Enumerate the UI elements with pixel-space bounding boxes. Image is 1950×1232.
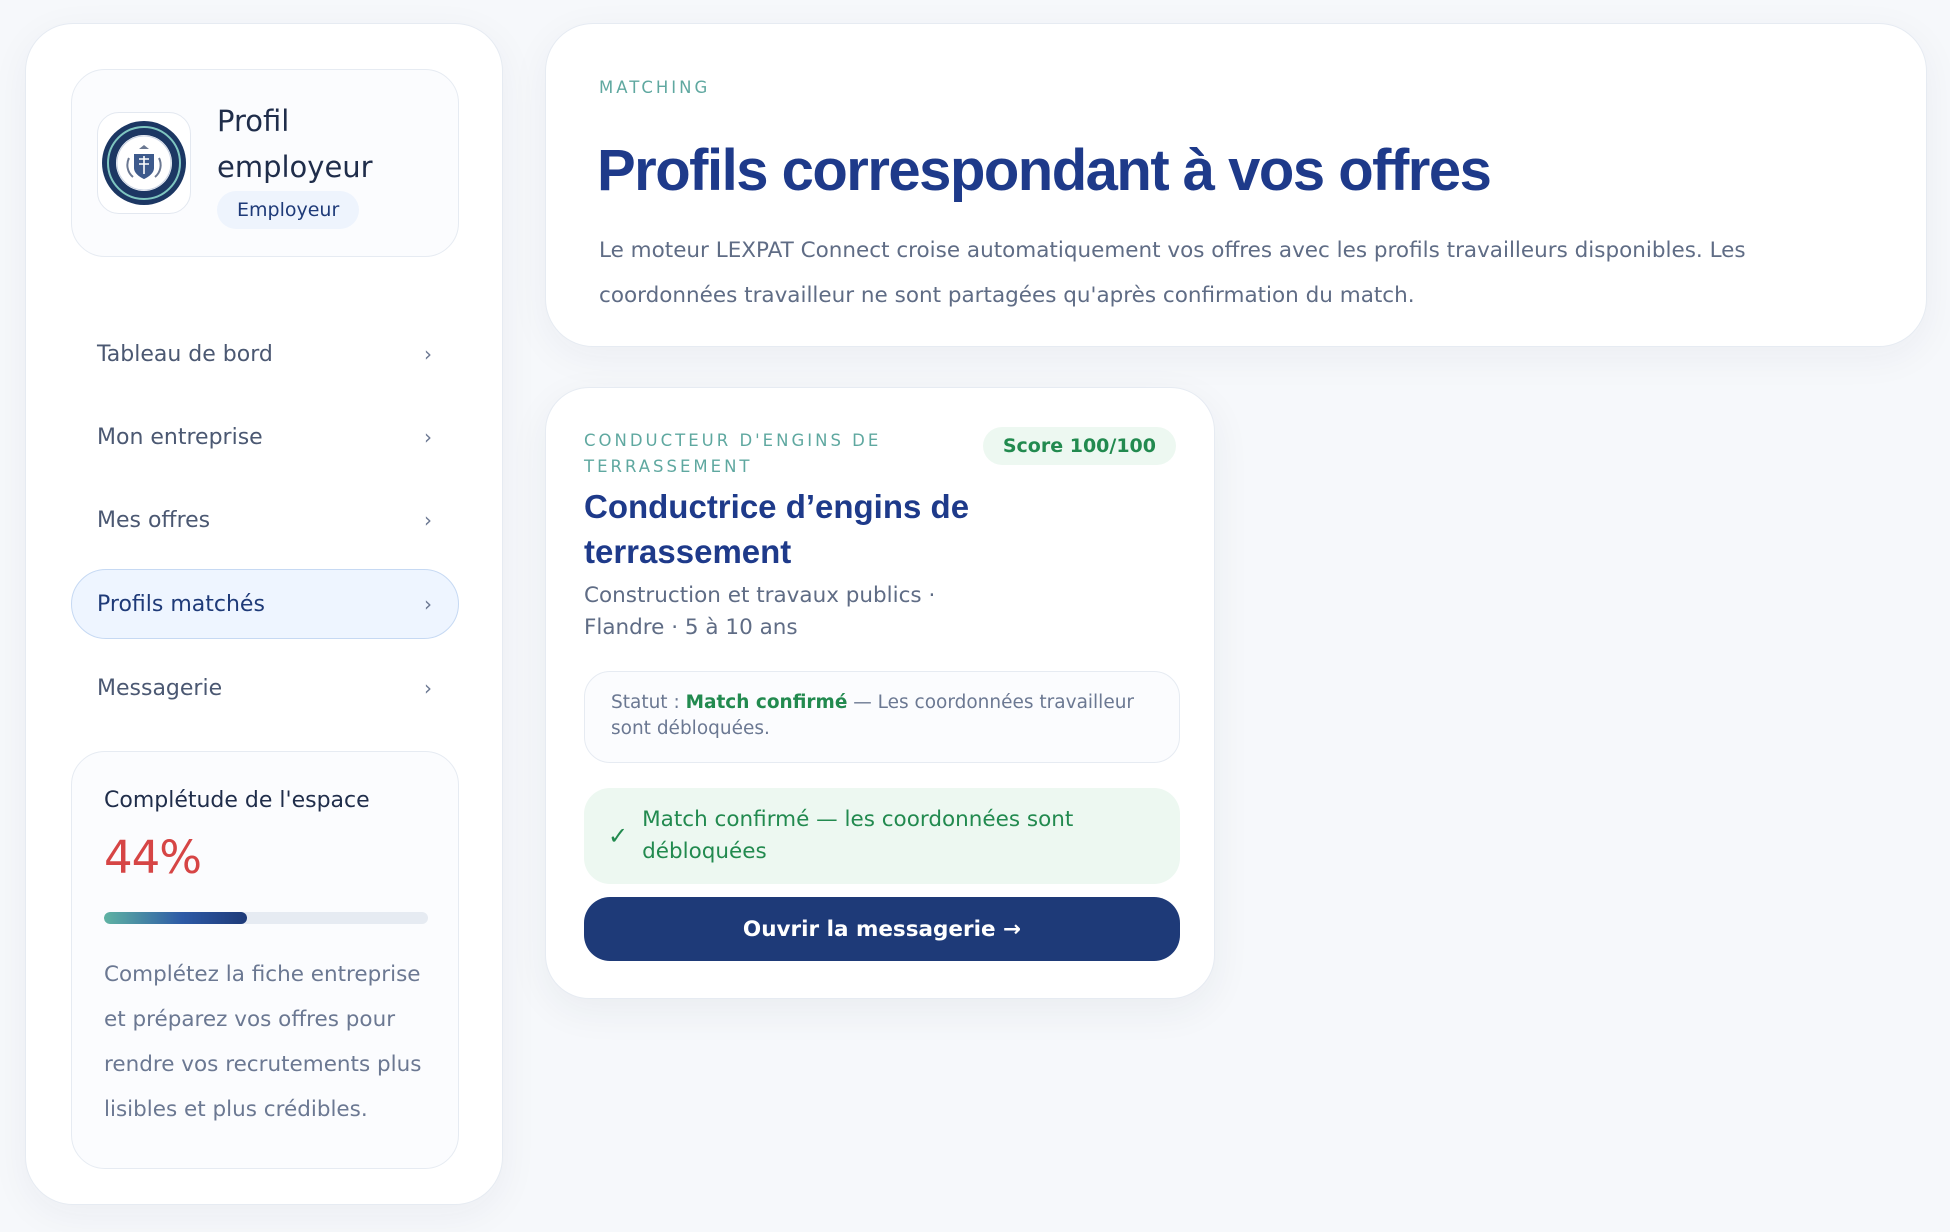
chevron-right-icon: › [424,508,432,532]
match-confirmed-text: Match confirmé — les coordonnées sont dé… [642,807,1074,864]
page-title: Profils correspondant à vos offres [597,138,1492,203]
chevron-right-icon: › [424,342,432,366]
sidebar-item-messagerie[interactable]: Messagerie › [71,653,459,723]
section-eyebrow: MATCHING [599,78,711,97]
sidebar-item-label: Messagerie [97,675,223,701]
sidebar-item-label: Tableau de bord [97,341,273,367]
job-category: CONDUCTEUR D'ENGINS DE TERRASSEMENT [584,431,882,476]
sidebar-item-mon-entreprise[interactable]: Mon entreprise › [71,402,459,472]
match-confirmed-banner: ✓ Match confirmé — les coordonnées sont … [584,788,1180,884]
profile-name: Conductrice d’engins de terrassement [584,488,970,570]
check-icon: ✓ [608,822,629,850]
sidebar-item-label: Mes offres [97,507,211,533]
sidebar-item-label: Profils matchés [97,591,265,617]
completion-description: Complétez la fiche entreprise et prépare… [104,962,422,1122]
page-description: Le moteur LEXPAT Connect croise automati… [599,238,1746,308]
profile-meta: Construction et travaux publics · Flandr… [584,583,936,640]
status-label: Statut : [611,692,686,713]
completion-card: Complétude de l'espace 44% Complétez la … [71,751,459,1169]
sidebar-item-mes-offres[interactable]: Mes offres › [71,485,459,555]
profile-card: Profil employeur Employeur [71,69,459,257]
sidebar-item-label: Mon entreprise [97,424,263,450]
chevron-right-icon: › [424,592,432,616]
company-logo [97,112,191,214]
status-box: Statut : Match confirmé — Les coordonnée… [584,671,1180,763]
chevron-right-icon: › [424,676,432,700]
sidebar: Profil employeur Employeur Tableau de bo… [25,23,503,1205]
score-badge: Score 100/100 [982,427,1176,465]
completion-progress-fill [104,912,247,924]
status-value: Match confirmé [685,692,848,713]
completion-progress-bar [104,912,428,924]
role-badge: Employeur [217,191,360,229]
completion-percentage: 44% [104,831,202,884]
company-crest-logo [102,121,186,205]
profile-title: Profil employeur [217,104,373,184]
completion-title: Complétude de l'espace [104,788,370,813]
chevron-right-icon: › [424,425,432,449]
page-header-card: MATCHING Profils correspondant à vos off… [545,23,1927,347]
open-messaging-button[interactable]: Ouvrir la messagerie → [584,897,1180,961]
match-card: CONDUCTEUR D'ENGINS DE TERRASSEMENT Scor… [545,387,1215,999]
sidebar-item-tableau-de-bord[interactable]: Tableau de bord › [71,319,459,389]
sidebar-item-profils-matches[interactable]: Profils matchés › [71,569,459,639]
